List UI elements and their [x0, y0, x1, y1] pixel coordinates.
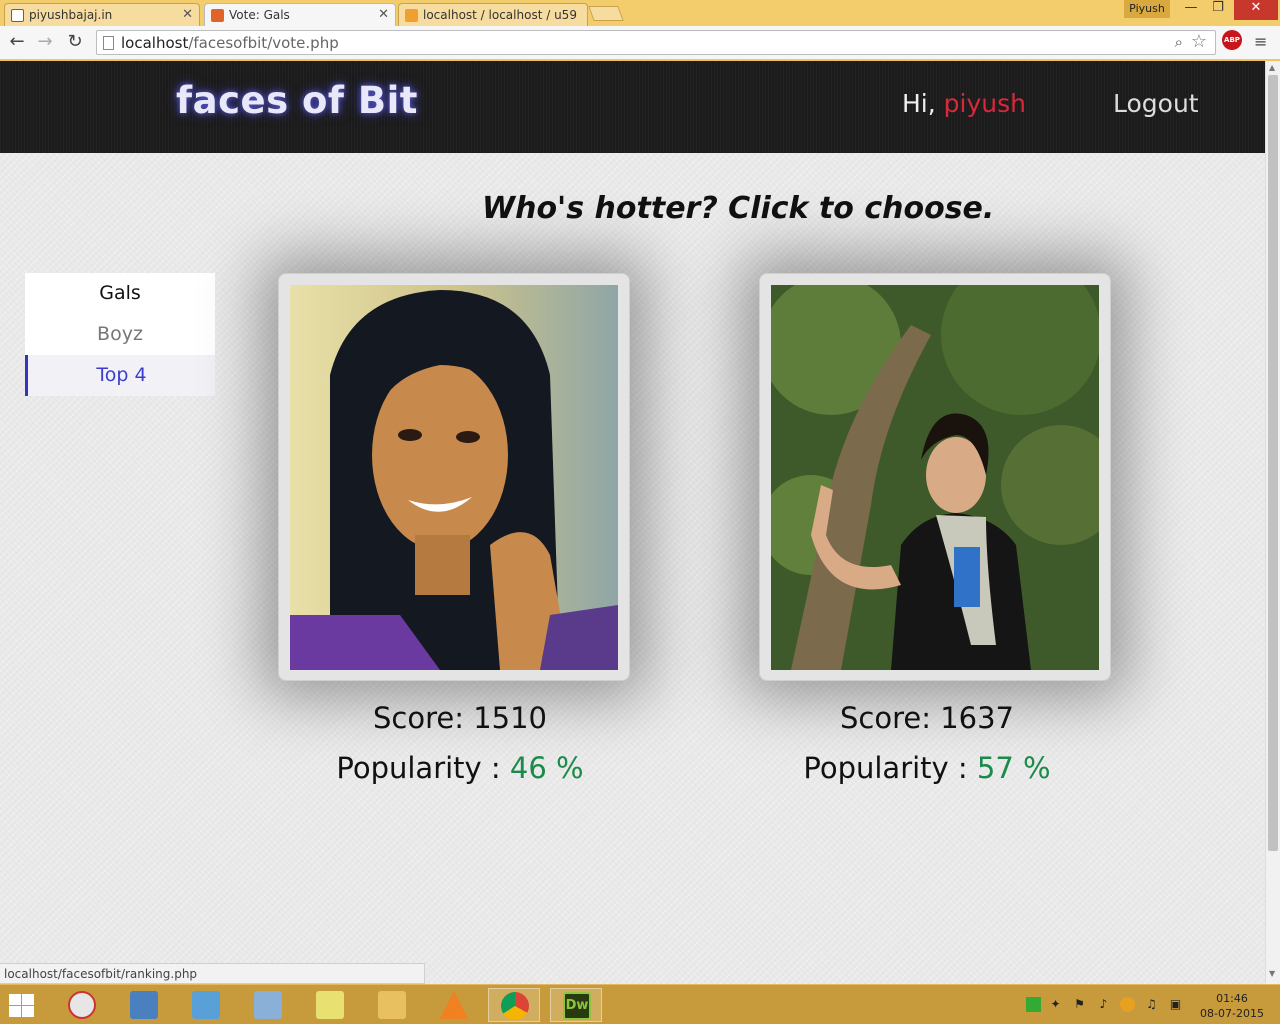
contestant-card-left[interactable]	[278, 273, 630, 681]
tray-app-icon[interactable]	[1026, 997, 1041, 1012]
resource-monitor-icon[interactable]	[118, 988, 170, 1022]
zoom-icon[interactable]: ⌕	[1175, 33, 1183, 51]
forward-icon[interactable]: →	[33, 30, 57, 54]
contestant-photo[interactable]	[771, 285, 1099, 670]
sticky-notes-icon[interactable]	[304, 988, 356, 1022]
tab-title: localhost / localhost / u59	[423, 8, 577, 22]
notification-icon[interactable]: ♪	[1096, 997, 1111, 1012]
page-icon	[103, 36, 114, 50]
restore-button[interactable]: ❐	[1206, 0, 1230, 20]
contestant-card-right[interactable]	[759, 273, 1111, 681]
clock-time: 01:46	[1216, 992, 1248, 1005]
popularity-value: 57 %	[976, 751, 1051, 785]
chrome-menu-icon[interactable]: ≡	[1254, 32, 1267, 51]
browser-toolbar: ← → ↻ localhost/facesofbit/vote.php ⌕ ☆ …	[0, 26, 1280, 60]
page-viewport: faces of Bit Hi, piyush Logout Who's hot…	[0, 61, 1265, 984]
score-text: Score: 1637	[839, 701, 1015, 735]
site-logo[interactable]: faces of Bit	[176, 79, 418, 122]
popularity-text: Popularity : 46 %	[336, 751, 584, 785]
category-menu: Gals Boyz Top 4	[25, 273, 215, 396]
back-icon[interactable]: ←	[5, 30, 29, 54]
chrome-taskbar-icon[interactable]	[488, 988, 540, 1022]
score-text: Score: 1510	[372, 701, 548, 735]
popularity-text: Popularity : 57 %	[803, 751, 1051, 785]
popularity-value: 46 %	[509, 751, 584, 785]
tab-piyushbajaj[interactable]: piyushbajaj.in ✕	[4, 3, 200, 26]
logout-link[interactable]: Logout	[1113, 89, 1199, 118]
contestant-stats-right: Score: 1637 Popularity : 57 %	[727, 701, 1127, 785]
score-value: 1510	[473, 701, 548, 735]
tab-vote-gals[interactable]: Vote: Gals ✕	[204, 3, 396, 27]
dreamweaver-icon[interactable]: Dw	[550, 988, 602, 1022]
contestant-photo[interactable]	[290, 285, 618, 670]
close-tab-icon[interactable]: ✕	[378, 7, 389, 22]
reload-icon[interactable]: ↻	[63, 30, 87, 54]
user-greeting: Hi, piyush	[902, 89, 1026, 118]
score-value: 1637	[940, 701, 1015, 735]
vlc-icon[interactable]	[428, 988, 480, 1022]
scroll-down-icon[interactable]: ▼	[1269, 969, 1275, 978]
scrollbar-thumb[interactable]	[1268, 75, 1278, 851]
phpmyadmin-favicon-icon	[405, 9, 418, 22]
action-center-flag-icon[interactable]: ⚑	[1072, 997, 1087, 1012]
menu-item-boyz[interactable]: Boyz	[25, 314, 215, 355]
page-scrollbar[interactable]: ▲ ▼	[1265, 61, 1280, 984]
volume-icon[interactable]: ♫	[1144, 997, 1159, 1012]
file-explorer-icon[interactable]	[366, 988, 418, 1022]
tab-strip: piyushbajaj.in ✕ Vote: Gals ✕ localhost …	[0, 0, 1280, 27]
tab-phpmyadmin[interactable]: localhost / localhost / u59	[398, 3, 588, 26]
scroll-up-icon[interactable]: ▲	[1269, 63, 1275, 72]
clock-date: 08-07-2015	[1200, 1007, 1264, 1020]
menu-item-gals[interactable]: Gals	[25, 273, 215, 314]
profile-badge[interactable]: Piyush	[1124, 0, 1170, 18]
close-tab-icon[interactable]: ✕	[182, 7, 193, 22]
chrome-tray-icon[interactable]	[1120, 997, 1135, 1012]
network-share-icon[interactable]: ✦	[1048, 997, 1063, 1012]
system-clock[interactable]: 01:46 08-07-2015	[1196, 991, 1268, 1021]
calculator-icon[interactable]	[242, 988, 294, 1022]
address-bar[interactable]: localhost/facesofbit/vote.php ⌕ ☆	[96, 30, 1216, 55]
control-panel-icon[interactable]	[180, 988, 232, 1022]
windows-start-icon[interactable]	[8, 993, 36, 1019]
site-header: faces of Bit Hi, piyush Logout	[0, 61, 1265, 153]
url-text: localhost/facesofbit/vote.php	[121, 34, 339, 52]
minimize-button[interactable]: —	[1180, 0, 1202, 20]
windows-taskbar: Dw ✦ ⚑ ♪ ♫ ▣ 01:46 08-07-2015	[0, 984, 1280, 1024]
site-favicon-icon	[11, 9, 24, 22]
link-status-bar: localhost/facesofbit/ranking.php	[0, 963, 425, 984]
page-tagline: Who's hotter? Click to choose.	[482, 191, 995, 226]
contestant-stats-left: Score: 1510 Popularity : 46 %	[260, 701, 660, 785]
adblock-icon[interactable]: ABP	[1222, 30, 1242, 50]
menu-item-top4[interactable]: Top 4	[25, 355, 215, 396]
site-favicon-icon	[211, 9, 224, 22]
paint-app-icon[interactable]	[56, 988, 108, 1022]
network-icon[interactable]: ▣	[1168, 997, 1183, 1012]
new-tab-button[interactable]	[588, 6, 624, 21]
bookmark-star-icon[interactable]: ☆	[1191, 31, 1207, 52]
close-window-button[interactable]: ✕	[1234, 0, 1278, 20]
tab-title: Vote: Gals	[229, 8, 290, 22]
username-link[interactable]: piyush	[944, 89, 1026, 118]
tab-title: piyushbajaj.in	[29, 8, 113, 22]
